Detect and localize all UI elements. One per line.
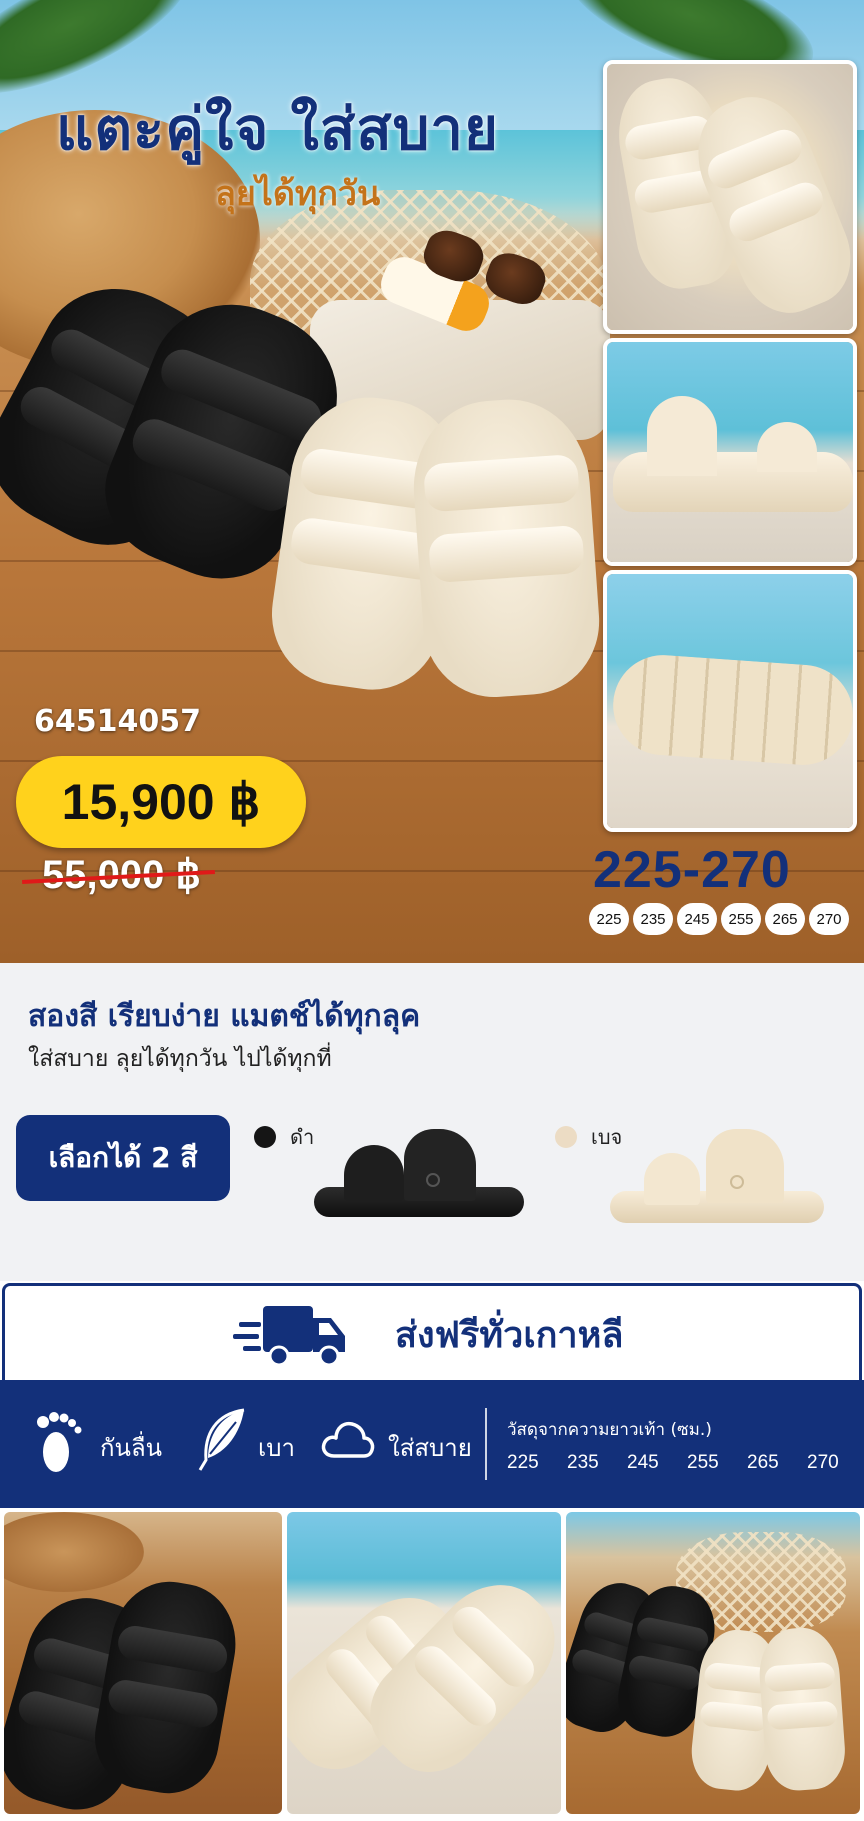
measurement-size: 235 <box>567 1452 599 1473</box>
thumbnail-sole-view[interactable] <box>603 570 857 832</box>
size-chip[interactable]: 255 <box>721 903 761 935</box>
measurement-size: 255 <box>687 1452 719 1473</box>
gallery-image-beige-pair[interactable] <box>287 1512 561 1814</box>
feature-bar: กันลื่น เบา ใส่สบาย วัสดุจากความยาวเท้า … <box>0 1380 864 1508</box>
color-section-title: สองสี เรียบง่าย แมตช์ได้ทุกลุค <box>28 999 421 1034</box>
size-chip[interactable]: 225 <box>589 903 629 935</box>
current-price: 15,900 ฿ <box>61 774 261 830</box>
color-options-section: สองสี เรียบง่าย แมตช์ได้ทุกลุค ใส่สบาย ล… <box>0 963 864 1281</box>
hero-subtitle: ลุยได้ทุกวัน <box>215 174 381 214</box>
color-label-black: ดำ <box>290 1125 315 1149</box>
product-code: 64514057 <box>34 704 201 739</box>
free-shipping-banner: ส่งฟรีทั่วเกาหลี <box>2 1283 862 1383</box>
measurement-title: วัสดุจากความยาวเท้า (ซม.) <box>507 1420 712 1440</box>
footprint-icon <box>37 1412 82 1472</box>
hero-title: แตะคู่ใจ ใส่สบาย <box>56 95 499 163</box>
measurement-size: 225 <box>507 1452 539 1473</box>
feather-icon <box>198 1408 245 1471</box>
price-badge: 15,900 ฿ <box>16 756 306 848</box>
gallery-image-both-pairs[interactable] <box>566 1512 860 1814</box>
free-shipping-text: ส่งฟรีทั่วเกาหลี <box>395 1315 624 1356</box>
beige-sandal-product-image[interactable] <box>610 1129 824 1229</box>
measurement-size: 270 <box>807 1452 839 1473</box>
cloud-icon <box>321 1421 375 1458</box>
black-sandal-product-image[interactable] <box>314 1129 524 1223</box>
size-chip[interactable]: 235 <box>633 903 673 935</box>
choose-color-badge: เลือกได้ 2 สี <box>16 1115 230 1201</box>
original-price: 55,000 ฿ <box>42 853 201 897</box>
hero-banner: แตะคู่ใจ ใส่สบาย ลุยได้ทุกวัน 64514057 1… <box>0 0 864 963</box>
size-chip[interactable]: 265 <box>765 903 805 935</box>
feature-label-light: เบา <box>258 1434 295 1462</box>
color-section-subtitle: ใส่สบาย ลุยได้ทุกวัน ไปได้ทุกที่ <box>28 1046 332 1072</box>
thumbnail-top-view[interactable] <box>603 60 857 334</box>
color-option-black[interactable]: ดำ <box>254 1121 314 1153</box>
beige-sandal-right-image <box>407 394 605 702</box>
size-chip[interactable]: 245 <box>677 903 717 935</box>
feature-label-comfort: ใส่สบาย <box>388 1434 472 1462</box>
thumbnail-side-view[interactable] <box>603 338 857 566</box>
size-chip-list: 225 235 245 255 265 270 <box>589 903 849 935</box>
size-chip[interactable]: 270 <box>809 903 849 935</box>
delivery-truck-icon <box>233 1306 345 1367</box>
size-range: 225-270 <box>593 841 791 899</box>
measurement-size: 245 <box>627 1452 659 1473</box>
feature-label-non-slip: กันลื่น <box>100 1434 163 1462</box>
feature-divider <box>485 1408 487 1480</box>
gallery-image-black-pair[interactable] <box>4 1512 282 1814</box>
black-swatch-icon <box>254 1126 276 1148</box>
beige-swatch-icon <box>555 1126 577 1148</box>
measurement-size: 265 <box>747 1452 779 1473</box>
measurement-size-list: 225 235 245 255 265 270 <box>507 1452 864 1474</box>
